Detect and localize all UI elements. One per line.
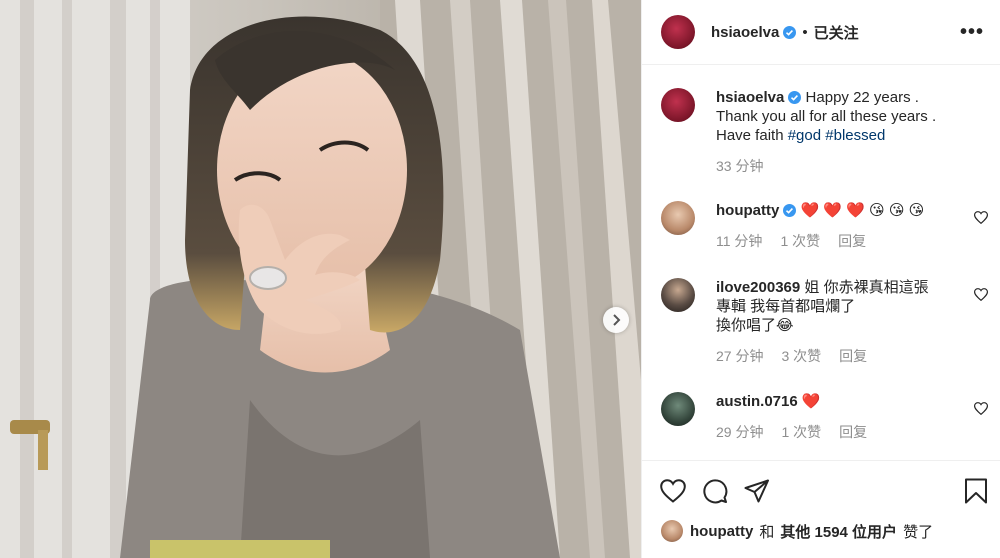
reply-button[interactable]: 回复: [839, 347, 867, 366]
liker-avatar[interactable]: [661, 520, 683, 542]
like-button[interactable]: [660, 478, 686, 503]
share-button[interactable]: [744, 479, 770, 503]
comment-text: ❤️: [801, 393, 821, 410]
comment-icon: [703, 478, 728, 503]
comment-text-line-1: 姐 你赤裸真相這張: [804, 279, 929, 296]
heart-icon[interactable]: [974, 402, 988, 415]
caption-username[interactable]: hsiaoelva: [716, 89, 784, 106]
reply-button[interactable]: 回复: [838, 232, 866, 251]
heart-icon: [660, 478, 686, 503]
hashtag-god[interactable]: #god: [788, 127, 821, 144]
comment-item: ilove200369 姐 你赤裸真相這張 專輯 我每首都唱爛了 換你唱了😂 2…: [661, 278, 988, 366]
commenter-avatar[interactable]: [661, 392, 695, 426]
comment-timestamp[interactable]: 27 分钟: [716, 347, 763, 366]
comment-text-line-3: 換你唱了😂: [716, 317, 794, 334]
likes-suffix: 赞了: [903, 523, 934, 541]
caption-timestamp[interactable]: 33 分钟: [716, 157, 763, 176]
heart-icon[interactable]: [974, 288, 988, 301]
share-icon: [744, 479, 769, 502]
following-button[interactable]: 已关注: [814, 22, 859, 43]
caption-line-3: Have faith: [716, 127, 784, 144]
comment-text: ❤️ ❤️ ❤️ 😘 😘 😘: [800, 202, 925, 219]
caption: hsiaoelva Happy 22 years . Thank you all…: [661, 88, 988, 176]
commenter-avatar[interactable]: [661, 278, 695, 312]
post-photo[interactable]: [0, 0, 641, 558]
likes-summary: houpatty 和 其他 1594 位用户 赞了: [661, 520, 988, 542]
commenter-avatar[interactable]: [661, 201, 695, 235]
caption-line-1: Happy 22 years .: [805, 89, 919, 106]
comment-timestamp[interactable]: 11 分钟: [716, 232, 762, 251]
chevron-right-icon: [613, 314, 621, 326]
likes-others-link[interactable]: 其他 1594 位用户: [780, 521, 897, 542]
comment-button[interactable]: [702, 478, 728, 504]
comment-item: houpatty ❤️ ❤️ ❤️ 😘 😘 😘 11 分钟 1 次赞 回复: [661, 201, 988, 251]
heart-icon[interactable]: [974, 211, 988, 224]
comments-list: hsiaoelva Happy 22 years . Thank you all…: [642, 66, 1000, 460]
next-photo-button[interactable]: [603, 307, 629, 333]
verified-badge-icon: [788, 91, 802, 104]
comment-username[interactable]: ilove200369: [716, 279, 800, 296]
comment-like-count[interactable]: 3 次赞: [781, 347, 821, 366]
likes-and: 和: [759, 523, 775, 541]
comment-username[interactable]: houpatty: [716, 202, 779, 219]
post-header: hsiaoelva • 已关注 •••: [642, 0, 1000, 65]
hashtag-blessed[interactable]: #blessed: [825, 127, 885, 144]
verified-badge-icon: [783, 25, 797, 39]
owner-avatar[interactable]: [661, 88, 695, 122]
owner-avatar[interactable]: [661, 15, 695, 49]
reply-button[interactable]: 回复: [839, 423, 867, 442]
more-options-icon[interactable]: •••: [960, 21, 984, 44]
photo-illustration: [0, 0, 641, 558]
caption-line-2: Thank you all for all these years .: [716, 108, 937, 125]
comment-like-count[interactable]: 1 次赞: [780, 232, 820, 251]
separator-dot: •: [802, 23, 808, 41]
liker-username[interactable]: houpatty: [690, 523, 753, 540]
owner-username[interactable]: hsiaoelva: [711, 24, 779, 41]
comment-text-line-2: 專輯 我每首都唱爛了: [716, 298, 856, 315]
post-side-panel: hsiaoelva • 已关注 ••• hsiaoelva Happy 22 y…: [641, 0, 1000, 558]
bookmark-icon: [965, 478, 987, 503]
verified-badge-icon: [783, 204, 797, 217]
comment-username[interactable]: austin.0716: [716, 393, 798, 410]
comment-like-count[interactable]: 1 次赞: [781, 423, 821, 442]
save-button[interactable]: [964, 478, 988, 504]
comment-timestamp[interactable]: 29 分钟: [716, 423, 763, 442]
post-actions-bar: [642, 460, 1000, 520]
comment-item: austin.0716 ❤️ 29 分钟 1 次赞 回复: [661, 392, 988, 442]
